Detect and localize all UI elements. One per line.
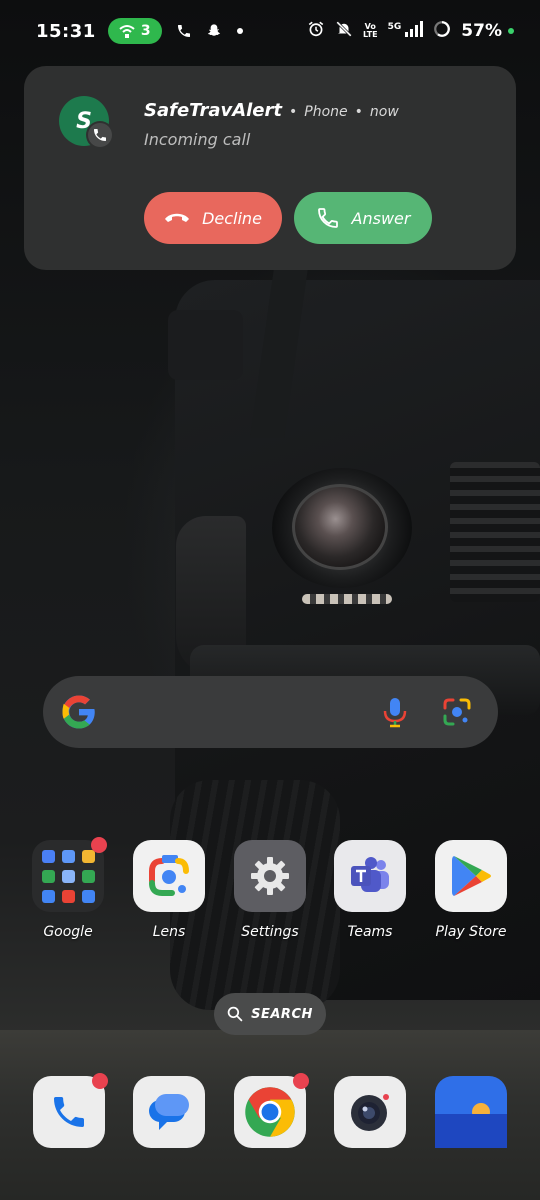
search-chip-label: SEARCH	[251, 1006, 313, 1022]
notification-source: Phone	[304, 104, 348, 120]
dock-camera[interactable]	[334, 1076, 406, 1148]
app-lens[interactable]: Lens	[119, 840, 219, 940]
chrome-icon	[245, 1087, 295, 1137]
app-label: Google	[43, 924, 93, 940]
notification-badge	[91, 837, 107, 853]
dock-messages[interactable]	[133, 1076, 205, 1148]
app-drawer-search-button[interactable]: SEARCH	[214, 993, 326, 1035]
notification-title: SafeTravAlert	[144, 100, 282, 121]
wallpaper-led-strip	[302, 594, 392, 604]
app-settings[interactable]: Settings	[220, 840, 320, 940]
answer-button[interactable]: Answer	[294, 192, 432, 244]
alarm-icon	[307, 20, 325, 42]
google-search-bar[interactable]	[43, 676, 498, 748]
privacy-indicator-dot	[508, 28, 514, 34]
notification-header: SafeTravAlert • Phone • now	[144, 100, 399, 121]
notification-badge	[92, 1073, 108, 1089]
notification-time: now	[369, 104, 399, 120]
hang-up-icon	[165, 213, 190, 222]
hotspot-icon	[119, 25, 135, 38]
app-teams[interactable]: Teams	[320, 840, 420, 940]
status-time: 15:31	[36, 20, 96, 42]
app-label: Lens	[152, 924, 186, 940]
wallpaper-headlamp-lens	[292, 484, 388, 570]
camera-icon	[351, 1094, 389, 1131]
gallery-icon	[435, 1103, 507, 1148]
separator-dot: •	[289, 104, 298, 120]
gear-icon[interactable]	[234, 840, 306, 912]
decline-label: Decline	[202, 208, 262, 228]
decline-button[interactable]: Decline	[144, 192, 282, 244]
dock-phone[interactable]	[33, 1073, 108, 1148]
notification-badge	[293, 1073, 309, 1089]
dock-chrome[interactable]	[234, 1073, 309, 1148]
lens-icon[interactable]	[442, 697, 472, 727]
separator-dot: •	[354, 104, 363, 120]
phone-badge	[86, 121, 114, 149]
app-play-store[interactable]: Play Store	[421, 840, 521, 940]
messages-icon	[149, 1094, 189, 1130]
battery-percent: 57%	[461, 21, 502, 41]
wallpaper-grille	[450, 462, 540, 602]
play-store-icon[interactable]	[435, 840, 507, 912]
wallpaper-vehicle-mirror	[168, 310, 243, 380]
signal-strength-icon	[405, 21, 424, 41]
app-label: Teams	[347, 924, 393, 940]
answer-label: Answer	[351, 208, 411, 228]
hotspot-indicator[interactable]: 3	[107, 18, 162, 44]
more-notifications-dot-icon	[236, 27, 244, 35]
snapchat-icon	[206, 23, 222, 39]
phone-icon	[54, 1097, 84, 1127]
notification-text: Incoming call	[144, 130, 251, 149]
app-google-folder[interactable]: Google	[18, 837, 118, 940]
app-label: Play Store	[435, 924, 507, 940]
teams-icon[interactable]	[334, 840, 406, 912]
app-label: Settings	[241, 924, 299, 940]
google-g-icon[interactable]	[61, 694, 97, 730]
google-folder-icon[interactable]	[32, 837, 107, 912]
search-icon	[227, 1006, 243, 1022]
lens-icon[interactable]	[133, 840, 205, 912]
microphone-icon[interactable]	[382, 696, 408, 728]
call-active-icon	[176, 23, 192, 39]
incoming-call-notification[interactable]: S SafeTravAlert • Phone • now Incoming c…	[24, 66, 516, 270]
battery-ring-icon	[433, 20, 451, 42]
status-bar: 15:31 3 Vo LTE 5G 57%	[0, 0, 540, 62]
dock-gallery[interactable]	[435, 1076, 507, 1148]
phone-icon	[317, 208, 338, 228]
volte-indicator: Vo LTE	[363, 23, 378, 39]
mute-bell-icon	[335, 20, 353, 42]
network-type: 5G	[387, 22, 402, 32]
phone-badge-icon	[94, 129, 106, 141]
volte-line-2: LTE	[362, 30, 378, 39]
hotspot-count: 3	[140, 23, 151, 39]
